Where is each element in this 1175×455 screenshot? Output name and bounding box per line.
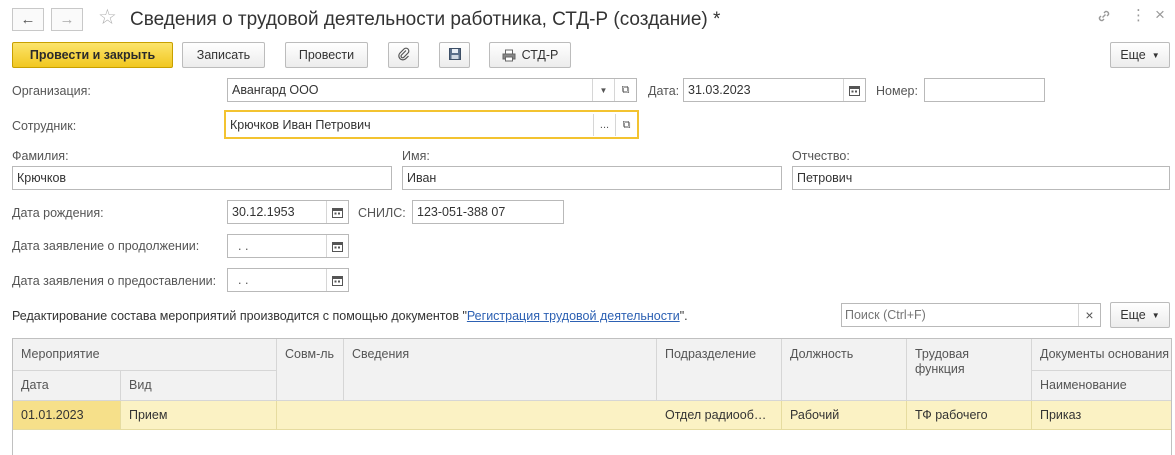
provide-date-value: . . (238, 273, 249, 287)
floppy-disk-icon (448, 47, 462, 64)
header-position[interactable]: Должность (782, 339, 907, 401)
employee-value: Крючков Иван Петрович (230, 118, 371, 132)
header-event[interactable]: Мероприятие (13, 339, 277, 371)
header-kind[interactable]: Вид (121, 371, 277, 401)
search-input[interactable] (845, 307, 1077, 323)
close-icon[interactable]: × (1155, 5, 1165, 25)
continue-date-value: . . (238, 239, 249, 253)
header-documents[interactable]: Документы основания (1032, 339, 1171, 371)
row-department: Отдел радиооб… (657, 401, 782, 429)
printer-icon (502, 49, 516, 62)
continue-date-field[interactable]: . . (227, 234, 349, 258)
employee-label: Сотрудник: (12, 119, 77, 133)
header-details[interactable]: Сведения (344, 339, 657, 401)
date-value: 31.03.2023 (688, 83, 751, 97)
more-vertical-icon[interactable]: ⋮ (1131, 6, 1146, 26)
header-labor-function[interactable]: Трудовая функция (907, 339, 1032, 401)
provide-date-field[interactable]: . . (227, 268, 349, 292)
window-title: Сведения о трудовой деятельности работни… (130, 9, 721, 30)
birth-date-value: 30.12.1953 (232, 205, 295, 219)
arrow-right-icon: → (59, 11, 75, 28)
snils-label: СНИЛС: (358, 206, 406, 220)
std-r-label: СТД-Р (521, 48, 559, 62)
info-text-before: Редактирование состава мероприятий произ… (12, 309, 467, 323)
calendar-icon[interactable] (326, 201, 348, 223)
table-more-button[interactable]: Еще ▼ (1110, 302, 1170, 328)
number-label: Номер: (876, 84, 918, 98)
organization-value: Авангард ООО (232, 83, 319, 97)
write-button[interactable]: Записать (182, 42, 265, 68)
header-part-time[interactable]: Совм-ль (277, 339, 344, 401)
table-more-label: Еще (1120, 308, 1146, 322)
info-text: Редактирование состава мероприятий произ… (12, 308, 688, 324)
number-field[interactable] (924, 78, 1045, 102)
row-position: Рабочий (782, 401, 907, 429)
attach-button[interactable] (388, 42, 419, 68)
post-button[interactable]: Провести (285, 42, 368, 68)
clear-search-icon[interactable]: × (1078, 304, 1100, 326)
first-name-label: Имя: (402, 149, 430, 163)
date-label: Дата: (648, 84, 680, 98)
row-labor-function: ТФ рабочего (907, 401, 1032, 429)
select-ellipsis-icon[interactable]: ... (593, 114, 615, 136)
date-field[interactable]: 31.03.2023 (683, 78, 866, 102)
row-name: Приказ (1040, 408, 1082, 422)
more-label: Еще (1120, 48, 1146, 62)
last-name-label: Фамилия: (12, 149, 69, 163)
provide-date-label: Дата заявления о предоставлении: (12, 274, 217, 288)
back-button[interactable]: ← (12, 8, 44, 31)
header-date[interactable]: Дата (13, 371, 121, 401)
calendar-icon[interactable] (843, 79, 865, 101)
paperclip-icon (397, 47, 411, 64)
dropdown-chevron-icon[interactable]: ▼ (592, 79, 614, 101)
table-row[interactable]: 01.01.2023 Прием Отдел радиооб… Рабочий … (13, 401, 1171, 430)
snils-value: 123-051-388 07 (417, 205, 506, 219)
birth-date-field[interactable]: 30.12.1953 (227, 200, 349, 224)
events-table[interactable]: Мероприятие Дата Вид Совм-ль Сведения По… (12, 338, 1172, 455)
organization-label: Организация: (12, 84, 91, 98)
chevron-down-icon: ▼ (1151, 50, 1160, 60)
open-icon[interactable]: ⧉ (614, 79, 636, 101)
employee-field[interactable]: Крючков Иван Петрович ... ⧉ (224, 110, 639, 139)
first-name-value: Иван (407, 171, 437, 185)
snils-field[interactable]: 123-051-388 07 (412, 200, 564, 224)
open-icon[interactable]: ⧉ (615, 114, 637, 136)
std-r-print-button[interactable]: СТД-Р (489, 42, 571, 68)
search-field[interactable]: × (841, 303, 1101, 327)
first-name-field[interactable]: Иван (402, 166, 782, 190)
header-department[interactable]: Подразделение (657, 339, 782, 401)
organization-field[interactable]: Авангард ООО ▼ ⧉ (227, 78, 637, 102)
link-icon[interactable] (1096, 8, 1112, 30)
patronymic-field[interactable]: Петрович (792, 166, 1170, 190)
patronymic-label: Отчество: (792, 149, 850, 163)
favorite-star-icon[interactable]: ☆ (98, 6, 117, 30)
registration-link[interactable]: Регистрация трудовой деятельности (467, 309, 680, 323)
calendar-icon[interactable] (326, 235, 348, 257)
arrow-left-icon: ← (20, 11, 36, 28)
last-name-field[interactable]: Крючков (12, 166, 392, 190)
post-and-close-button[interactable]: Провести и закрыть (12, 42, 173, 68)
forward-button[interactable]: → (51, 8, 83, 31)
birth-date-label: Дата рождения: (12, 206, 104, 220)
row-kind: Прием (121, 401, 277, 429)
row-date: 01.01.2023 (13, 401, 121, 429)
calendar-icon[interactable] (326, 269, 348, 291)
more-button[interactable]: Еще ▼ (1110, 42, 1170, 68)
chevron-down-icon: ▼ (1151, 310, 1160, 320)
save-button[interactable] (439, 42, 470, 68)
last-name-value: Крючков (17, 171, 67, 185)
patronymic-value: Петрович (797, 171, 853, 185)
info-text-after: ". (679, 309, 688, 323)
header-name[interactable]: Наименование (1032, 371, 1171, 401)
continue-date-label: Дата заявление о продолжении: (12, 239, 200, 253)
